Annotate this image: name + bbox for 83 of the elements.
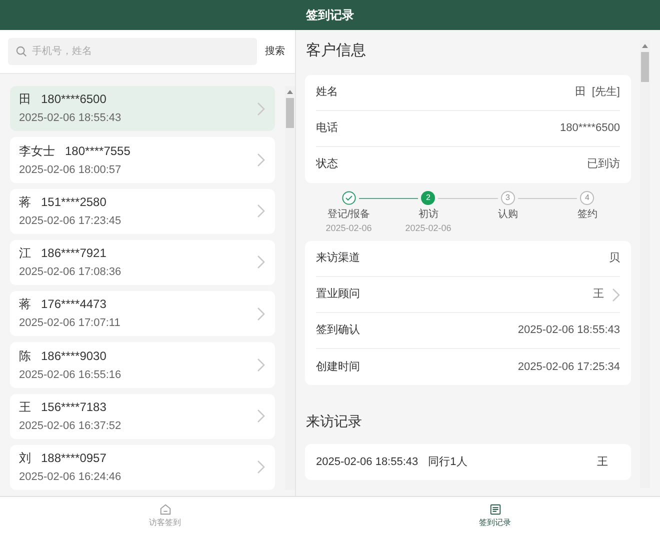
visitor-phone: 151****2580	[41, 194, 106, 211]
visitor-phone: 180****7555	[65, 142, 130, 160]
visitor-name: 刘	[19, 450, 31, 468]
visitor-name: 蒋	[19, 296, 31, 314]
step-number: 2	[421, 190, 436, 204]
visitor-item[interactable]: 蒋 176****4473 2025-02-06 17:07:11	[10, 291, 275, 336]
search-icon	[16, 46, 27, 57]
visitor-name: 江	[19, 245, 31, 262]
chevron-right-icon	[257, 152, 265, 167]
visitor-name: 陈	[19, 348, 31, 365]
scrollbar-thumb[interactable]	[286, 98, 294, 128]
search-button[interactable]: 搜索	[263, 44, 287, 59]
field-label: 姓名	[316, 84, 338, 100]
home-icon	[158, 502, 172, 516]
step-label: 初访	[418, 208, 438, 222]
step-date: 2025-02-06	[405, 222, 452, 234]
field-value: 2025-02-06 17:25:34	[518, 360, 620, 375]
visitor-phone: 186****7921	[41, 245, 106, 262]
scrollbar[interactable]	[640, 40, 650, 488]
visit-record[interactable]: 2025-02-06 18:55:43 同行1人 王	[305, 444, 631, 480]
visitor-item[interactable]: 田 180****6500 2025-02-06 18:55:43	[10, 86, 275, 132]
visit-time: 2025-02-06 17:23:45	[19, 214, 122, 229]
visit-time: 2025-02-06 18:00:57	[19, 162, 122, 178]
visit-time: 2025-02-06 16:55:16	[19, 368, 122, 383]
consultant-name: 王	[597, 454, 608, 470]
visit-time: 2025-02-06 16:37:52	[19, 418, 122, 434]
visit-time: 2025-02-06 16:24:46	[19, 470, 122, 486]
chevron-right-icon	[257, 409, 265, 424]
list-icon	[488, 502, 502, 516]
companion-count: 同行1人	[428, 454, 468, 470]
visitor-phone: 186****9030	[41, 348, 106, 365]
visitor-phone: 156****7183	[41, 398, 106, 416]
visitor-item[interactable]: 江 186****7921 2025-02-06 17:08:36	[10, 240, 275, 285]
field-value: 贝	[609, 251, 620, 266]
visitor-phone: 180****6500	[41, 91, 106, 108]
chevron-right-icon	[257, 460, 265, 474]
record-time: 2025-02-06 18:55:43	[316, 454, 418, 470]
visitor-name: 李女士	[19, 142, 55, 160]
chevron-right-icon	[257, 102, 265, 116]
step-label: 认购	[498, 208, 518, 222]
field-label: 签到确认	[316, 323, 360, 338]
field-label: 状态	[316, 156, 338, 172]
field-value: 王	[593, 287, 604, 302]
field-value: 2025-02-06 18:55:43	[518, 323, 620, 338]
visit-time: 2025-02-06 18:55:43	[19, 111, 122, 126]
window-title: 签到记录	[306, 7, 354, 24]
field-label: 创建时间	[316, 360, 360, 375]
visitor-name: 王	[19, 398, 31, 416]
scroll-up-icon[interactable]	[287, 90, 293, 94]
visitor-item[interactable]: 陈 186****9030 2025-02-06 16:55:16	[10, 342, 275, 388]
chevron-right-icon	[257, 204, 265, 218]
tab[interactable]: 签到记录	[330, 497, 660, 534]
step-number: 4	[580, 190, 594, 204]
visitor-item[interactable]: 王 156****7183 2025-02-06 16:37:52	[10, 394, 275, 439]
visitor-name: 田	[19, 91, 31, 108]
visit-time: 2025-02-06 17:07:11	[19, 316, 122, 332]
field-label: 来访渠道	[316, 250, 360, 266]
visitor-item[interactable]: 李女士 180****7555 2025-02-06 18:00:57	[10, 137, 275, 182]
chevron-right-icon	[257, 306, 265, 321]
field-label: 置业顾问	[316, 287, 360, 302]
search-field[interactable]: 手机号，姓名	[8, 38, 257, 65]
field-value: 已到访	[587, 156, 620, 172]
chevron-right-icon	[257, 358, 265, 372]
visitor-phone: 176****4473	[41, 296, 106, 314]
field-label: 电话	[316, 120, 338, 136]
step-date: 2025-02-06	[326, 222, 372, 234]
scroll-up-icon[interactable]	[642, 44, 648, 48]
visitor-item[interactable]: 蒋 151****2580 2025-02-06 17:23:45	[10, 188, 275, 234]
section-title: 来访记录	[306, 412, 363, 431]
visit-time: 2025-02-06 17:08:36	[19, 265, 122, 280]
scrollbar[interactable]	[285, 86, 295, 490]
step-label: 签约	[577, 208, 598, 222]
step-label: 登记/报备	[327, 208, 370, 222]
chevron-right-icon	[612, 288, 620, 302]
field-value: 180****6500	[560, 120, 620, 136]
visitor-phone: 188****0957	[41, 450, 106, 468]
scrollbar-thumb[interactable]	[641, 52, 649, 82]
field-value: 田 [先生]	[574, 84, 620, 100]
visitor-item[interactable]: 刘 188****0957 2025-02-06 16:24:46	[10, 444, 275, 490]
step-number: 3	[500, 190, 515, 204]
chevron-right-icon	[257, 255, 265, 270]
section-title: 客户信息	[306, 41, 367, 61]
visitor-name: 蒋	[19, 194, 31, 211]
